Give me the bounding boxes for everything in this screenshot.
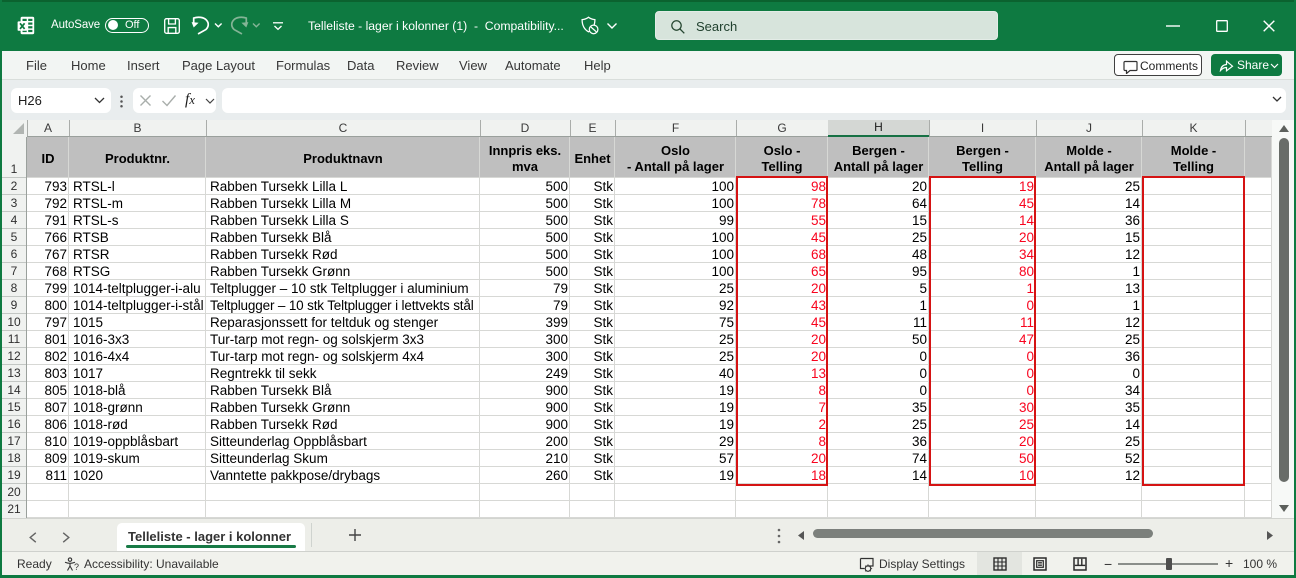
svg-text:?: ? [74, 562, 79, 572]
